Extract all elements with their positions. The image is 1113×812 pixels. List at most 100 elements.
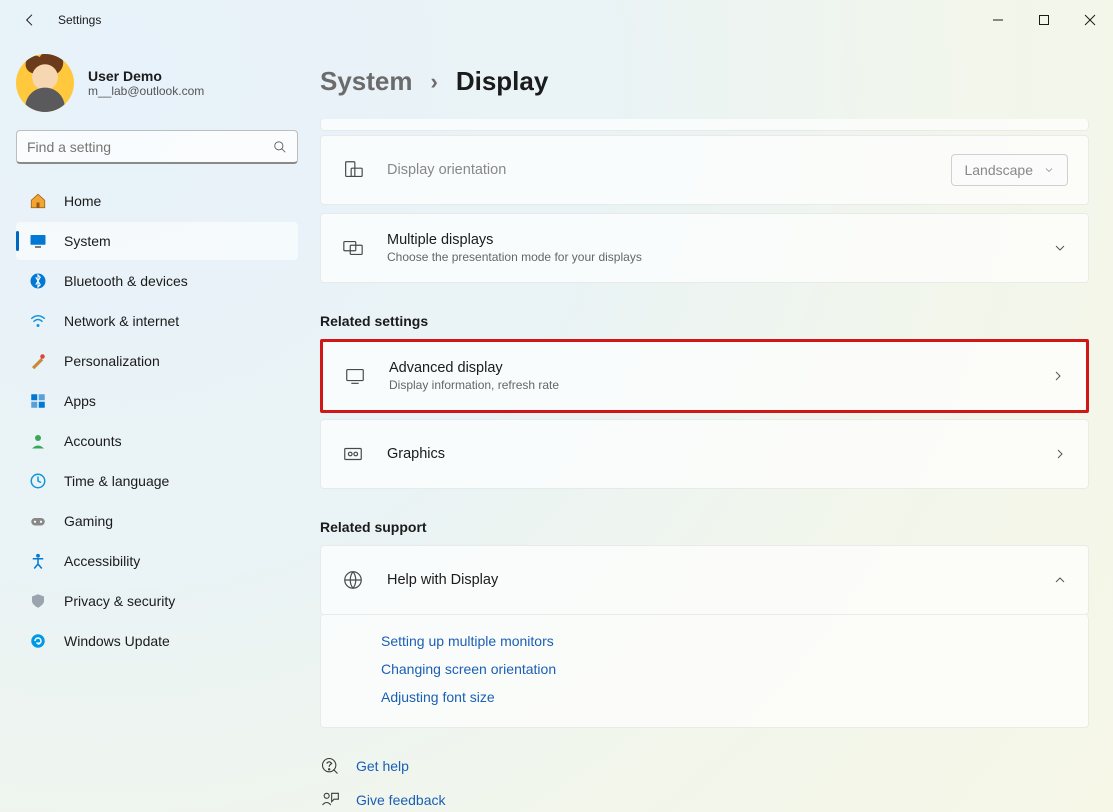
accessibility-icon — [28, 551, 48, 571]
avatar — [16, 54, 74, 112]
profile-block[interactable]: User Demo m__lab@outlook.com — [16, 54, 302, 112]
main-content[interactable]: System › Display Display orientation Lan… — [310, 40, 1113, 812]
section-related-settings: Related settings — [320, 313, 1089, 329]
bluetooth-icon — [28, 271, 48, 291]
back-button[interactable] — [18, 8, 42, 32]
get-help-link[interactable]: Get help — [320, 756, 1089, 776]
person-icon — [28, 431, 48, 451]
card-graphics: Graphics — [320, 419, 1089, 489]
orientation-value: Landscape — [964, 162, 1033, 178]
search-icon — [273, 140, 287, 154]
orientation-select[interactable]: Landscape — [951, 154, 1068, 186]
card-help-display: Help with Display — [320, 545, 1089, 615]
sidebar-item-label: Accounts — [64, 433, 122, 449]
search-box[interactable] — [16, 130, 298, 164]
card-peek — [320, 119, 1089, 131]
sidebar-item-accounts[interactable]: Accounts — [16, 422, 298, 460]
window-controls — [975, 0, 1113, 40]
sidebar-item-label: System — [64, 233, 111, 249]
card-display-orientation: Display orientation Landscape — [320, 135, 1089, 205]
chevron-right-icon: › — [431, 69, 438, 95]
sidebar: User Demo m__lab@outlook.com Home System… — [0, 40, 310, 812]
breadcrumb-current: Display — [456, 66, 549, 97]
sidebar-item-label: Windows Update — [64, 633, 170, 649]
chevron-right-icon — [1050, 368, 1066, 384]
row-title: Multiple displays — [387, 232, 1052, 248]
close-button[interactable] — [1067, 0, 1113, 40]
section-related-support: Related support — [320, 519, 1089, 535]
row-subtitle: Choose the presentation mode for your di… — [387, 250, 1052, 264]
help-link[interactable]: Changing screen orientation — [381, 655, 1028, 683]
get-help-label: Get help — [356, 758, 409, 774]
system-icon — [28, 231, 48, 251]
sidebar-item-label: Personalization — [64, 353, 160, 369]
home-icon — [28, 191, 48, 211]
row-graphics[interactable]: Graphics — [321, 420, 1088, 488]
profile-name: User Demo — [88, 68, 204, 84]
multiple-displays-icon — [341, 236, 365, 260]
help-link[interactable]: Adjusting font size — [381, 683, 1028, 711]
sidebar-item-label: Apps — [64, 393, 96, 409]
card-multiple-displays: Multiple displays Choose the presentatio… — [320, 213, 1089, 283]
chevron-up-icon — [1052, 572, 1068, 588]
sidebar-item-privacy-security[interactable]: Privacy & security — [16, 582, 298, 620]
highlight-box: Advanced display Display information, re… — [320, 339, 1089, 413]
chevron-down-icon — [1052, 240, 1068, 256]
row-advanced-display[interactable]: Advanced display Display information, re… — [323, 342, 1086, 410]
sidebar-item-network[interactable]: Network & internet — [16, 302, 298, 340]
orientation-icon — [341, 158, 365, 182]
window-title: Settings — [58, 13, 101, 27]
breadcrumb: System › Display — [320, 66, 1089, 97]
row-subtitle: Display information, refresh rate — [389, 378, 1050, 392]
paint-icon — [28, 351, 48, 371]
wifi-icon — [28, 311, 48, 331]
graphics-icon — [341, 442, 365, 466]
gamepad-icon — [28, 511, 48, 531]
row-multiple-displays[interactable]: Multiple displays Choose the presentatio… — [321, 214, 1088, 282]
row-title: Help with Display — [387, 572, 1052, 588]
bottom-links: Get help Give feedback — [320, 756, 1089, 810]
row-display-orientation: Display orientation Landscape — [321, 136, 1088, 204]
update-icon — [28, 631, 48, 651]
sidebar-item-system[interactable]: System — [16, 222, 298, 260]
sidebar-item-time-language[interactable]: Time & language — [16, 462, 298, 500]
sidebar-item-accessibility[interactable]: Accessibility — [16, 542, 298, 580]
sidebar-item-windows-update[interactable]: Windows Update — [16, 622, 298, 660]
search-input[interactable] — [17, 131, 297, 162]
chevron-right-icon — [1052, 446, 1068, 462]
help-link[interactable]: Setting up multiple monitors — [381, 627, 1028, 655]
profile-email: m__lab@outlook.com — [88, 84, 204, 98]
sidebar-item-label: Privacy & security — [64, 593, 175, 609]
row-title: Graphics — [387, 446, 1052, 462]
nav-list: Home System Bluetooth & devices Network … — [16, 182, 298, 660]
shield-icon — [28, 591, 48, 611]
sidebar-item-home[interactable]: Home — [16, 182, 298, 220]
sidebar-item-personalization[interactable]: Personalization — [16, 342, 298, 380]
sidebar-item-label: Accessibility — [64, 553, 140, 569]
help-links: Setting up multiple monitors Changing sc… — [320, 615, 1089, 728]
clock-globe-icon — [28, 471, 48, 491]
sidebar-item-label: Network & internet — [64, 313, 179, 329]
maximize-button[interactable] — [1021, 0, 1067, 40]
globe-help-icon — [341, 568, 365, 592]
sidebar-item-label: Time & language — [64, 473, 169, 489]
card-advanced-display: Advanced display Display information, re… — [323, 342, 1086, 410]
breadcrumb-parent[interactable]: System — [320, 66, 413, 97]
sidebar-item-bluetooth[interactable]: Bluetooth & devices — [16, 262, 298, 300]
sidebar-item-label: Gaming — [64, 513, 113, 529]
sidebar-item-label: Bluetooth & devices — [64, 273, 188, 289]
sidebar-item-gaming[interactable]: Gaming — [16, 502, 298, 540]
sidebar-item-apps[interactable]: Apps — [16, 382, 298, 420]
give-feedback-link[interactable]: Give feedback — [320, 790, 1089, 810]
help-icon — [320, 756, 340, 776]
apps-icon — [28, 391, 48, 411]
monitor-icon — [343, 364, 367, 388]
feedback-icon — [320, 790, 340, 810]
sidebar-item-label: Home — [64, 193, 101, 209]
chevron-down-icon — [1043, 164, 1055, 176]
minimize-button[interactable] — [975, 0, 1021, 40]
row-help-display[interactable]: Help with Display — [321, 546, 1088, 614]
row-title: Advanced display — [389, 360, 1050, 376]
title-bar: Settings — [0, 0, 1113, 40]
give-feedback-label: Give feedback — [356, 792, 446, 808]
